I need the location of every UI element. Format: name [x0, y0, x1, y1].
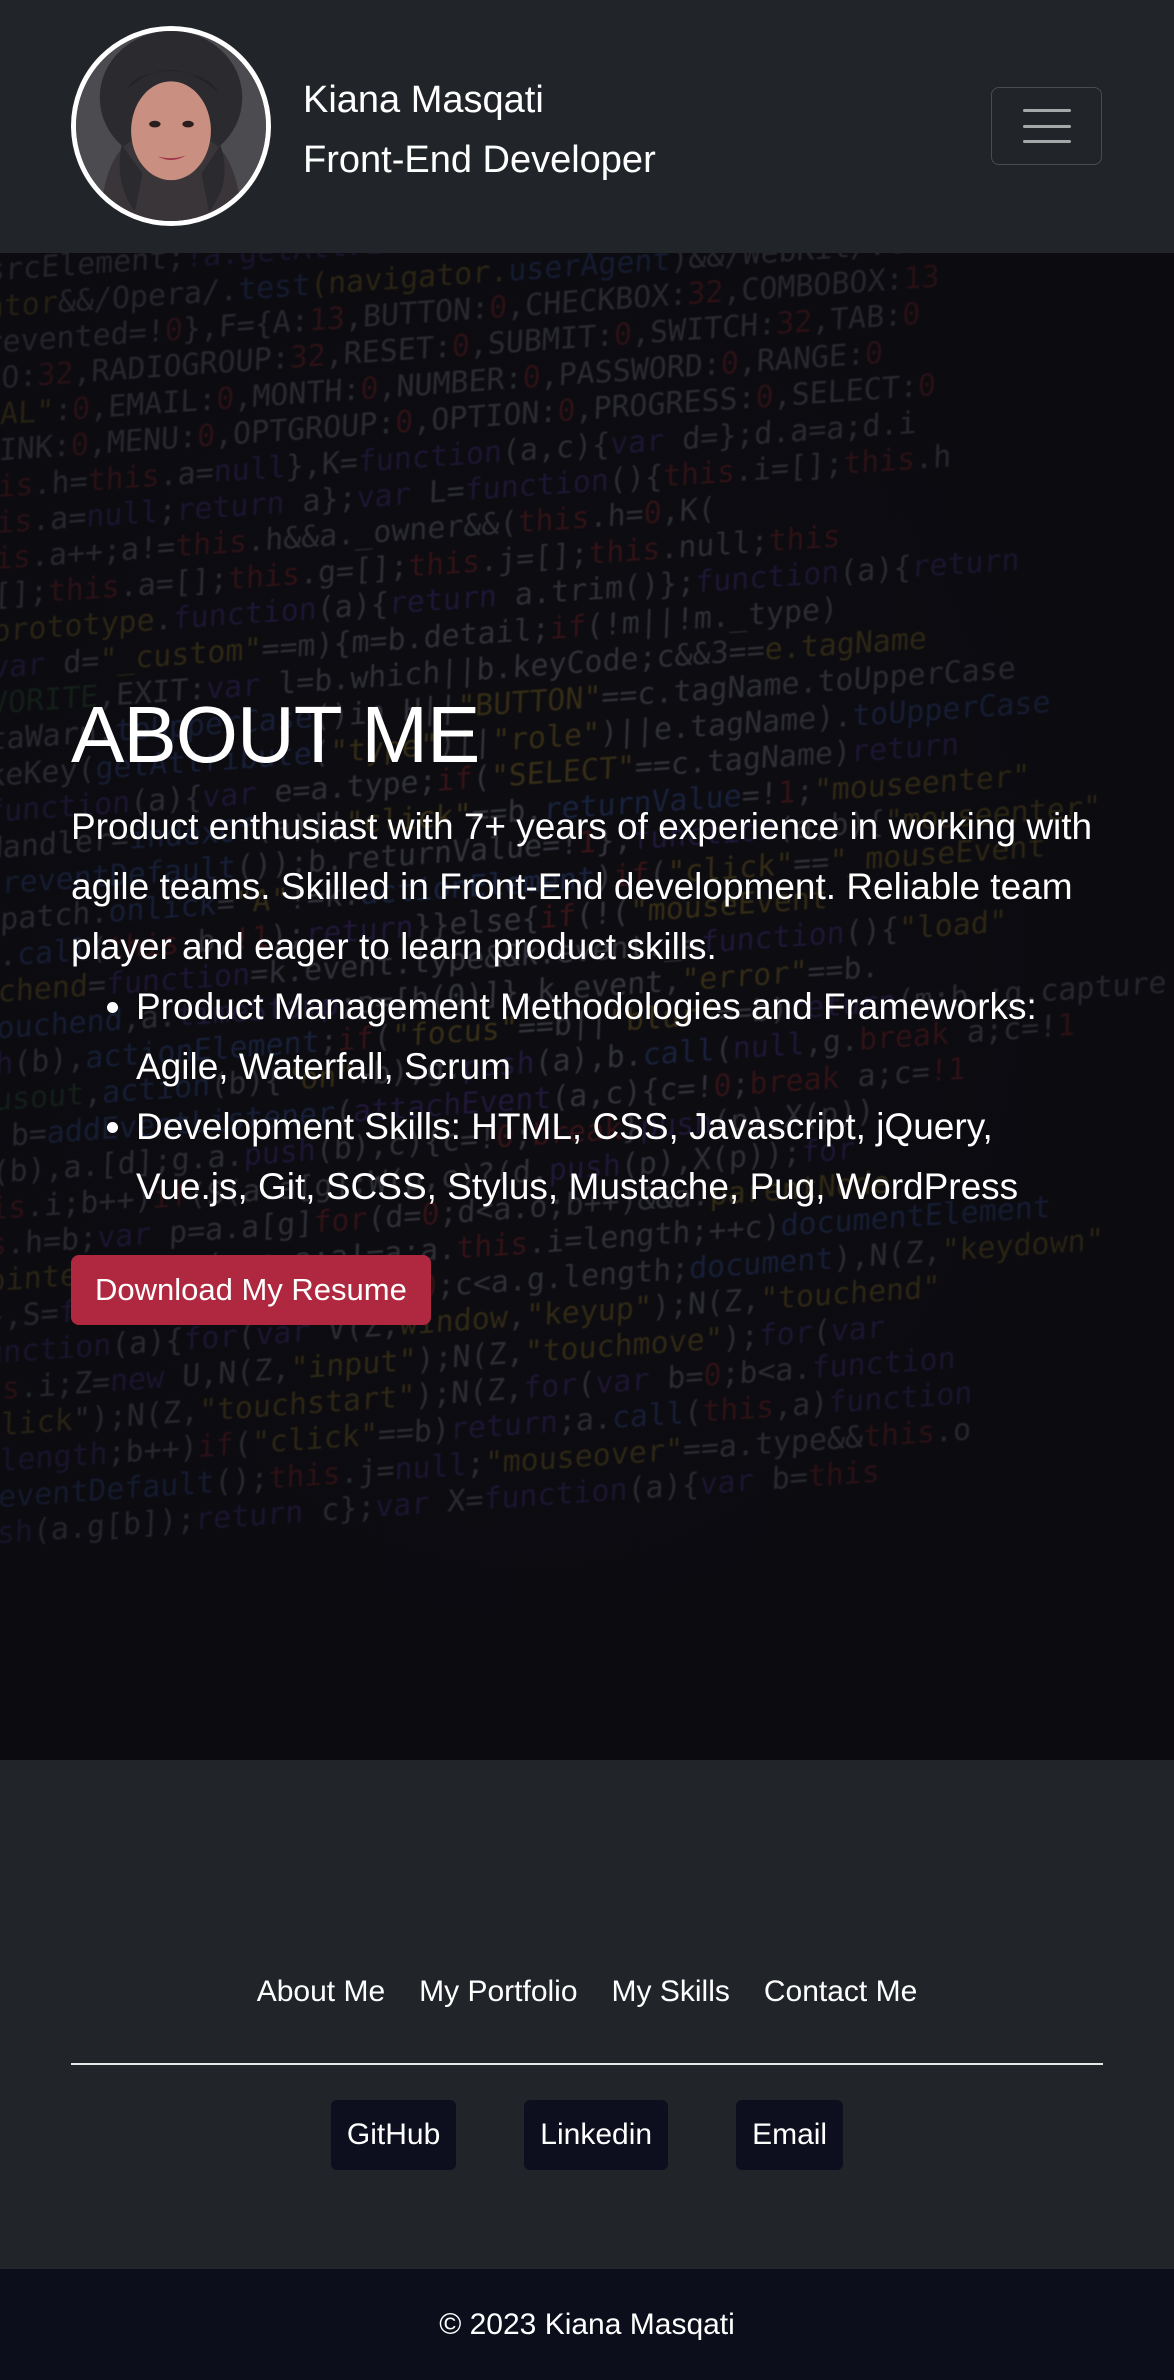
social-links: GitHub Linkedin Email: [0, 2100, 1174, 2170]
brand-name: Kiana Masqati: [303, 79, 544, 121]
email-button[interactable]: Email: [736, 2100, 844, 2170]
hamburger-icon: [1022, 109, 1071, 143]
download-resume-button[interactable]: Download My Resume: [71, 1255, 431, 1325]
footer-divider: [71, 2063, 1103, 2065]
copyright-bar: © 2023 Kiana Masqati: [0, 2269, 1174, 2380]
about-intro: Product enthusiast with 7+ years of expe…: [71, 806, 1093, 967]
brand-role: Front-End Developer: [303, 139, 656, 181]
copyright-text: © 2023 Kiana Masqati: [439, 2307, 735, 2341]
linkedin-button[interactable]: Linkedin: [524, 2100, 669, 2170]
navbar: Kiana Masqati Front-End Developer: [0, 0, 1174, 253]
footer-link-about[interactable]: About Me: [257, 1970, 385, 2014]
footer-link-contact[interactable]: Contact Me: [764, 1970, 917, 2014]
brand[interactable]: Kiana Masqati Front-End Developer: [303, 70, 656, 190]
list-item: Development Skills: HTML, CSS, Javascrip…: [136, 1097, 1111, 1217]
footer-link-portfolio[interactable]: My Portfolio: [419, 1970, 577, 2014]
avatar: [71, 26, 271, 226]
github-button[interactable]: GitHub: [330, 2100, 457, 2170]
skills-list: Product Management Methodologies and Fra…: [71, 977, 1111, 1217]
about-title: ABOUT ME: [71, 690, 480, 779]
menu-toggle-button[interactable]: [991, 87, 1102, 165]
footer-nav: About Me My Portfolio My Skills Contact …: [0, 1970, 1174, 2014]
about-content: ABOUT ME Product enthusiast with 7+ year…: [71, 693, 1111, 1325]
list-item: Product Management Methodologies and Fra…: [136, 977, 1111, 1097]
about-section: .srcElement;!a.getAttribute&&a.parentNod…: [0, 253, 1174, 1760]
footer-link-skills[interactable]: My Skills: [612, 1970, 730, 2014]
profile-photo: [76, 31, 266, 221]
